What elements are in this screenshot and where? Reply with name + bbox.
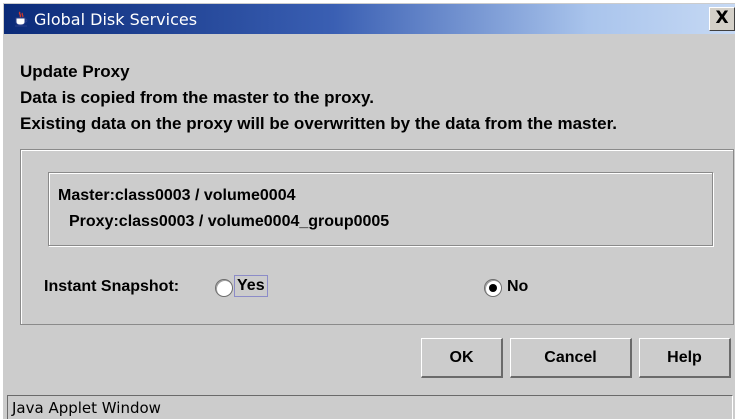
snapshot-yes-radio[interactable] (215, 279, 233, 297)
help-button[interactable]: Help (639, 338, 731, 378)
snapshot-yes-label[interactable]: Yes (234, 275, 268, 297)
snapshot-no-radio[interactable] (484, 279, 502, 297)
options-panel: Master:class0003 / volume0004 Proxy:clas… (20, 149, 734, 325)
title-bar[interactable]: Global Disk Services X (4, 4, 735, 34)
cancel-button[interactable]: Cancel (510, 338, 632, 378)
window-title: Global Disk Services (34, 10, 198, 29)
snapshot-no-label[interactable]: No (507, 278, 528, 296)
close-button[interactable]: X (709, 7, 735, 31)
dialog-window: Global Disk Services X Update Proxy Data… (2, 2, 735, 419)
ok-button[interactable]: OK (421, 338, 503, 378)
master-volume-text: Master:class0003 / volume0004 (58, 187, 296, 204)
instant-snapshot-label: Instant Snapshot: (44, 278, 180, 295)
radio-selected-dot (489, 284, 497, 292)
dialog-heading: Update Proxy (20, 62, 130, 81)
close-icon: X (715, 8, 729, 28)
message-line-2: Existing data on the proxy will be overw… (20, 114, 618, 133)
proxy-volume-text: Proxy:class0003 / volume0004_group0005 (69, 213, 390, 230)
status-bar-text: Java Applet Window (12, 399, 161, 417)
message-line-1: Data is copied from the master to the pr… (20, 88, 374, 107)
java-cup-icon (15, 11, 28, 27)
volume-info-box: Master:class0003 / volume0004 Proxy:clas… (48, 172, 713, 246)
status-bar: Java Applet Window (7, 395, 733, 419)
